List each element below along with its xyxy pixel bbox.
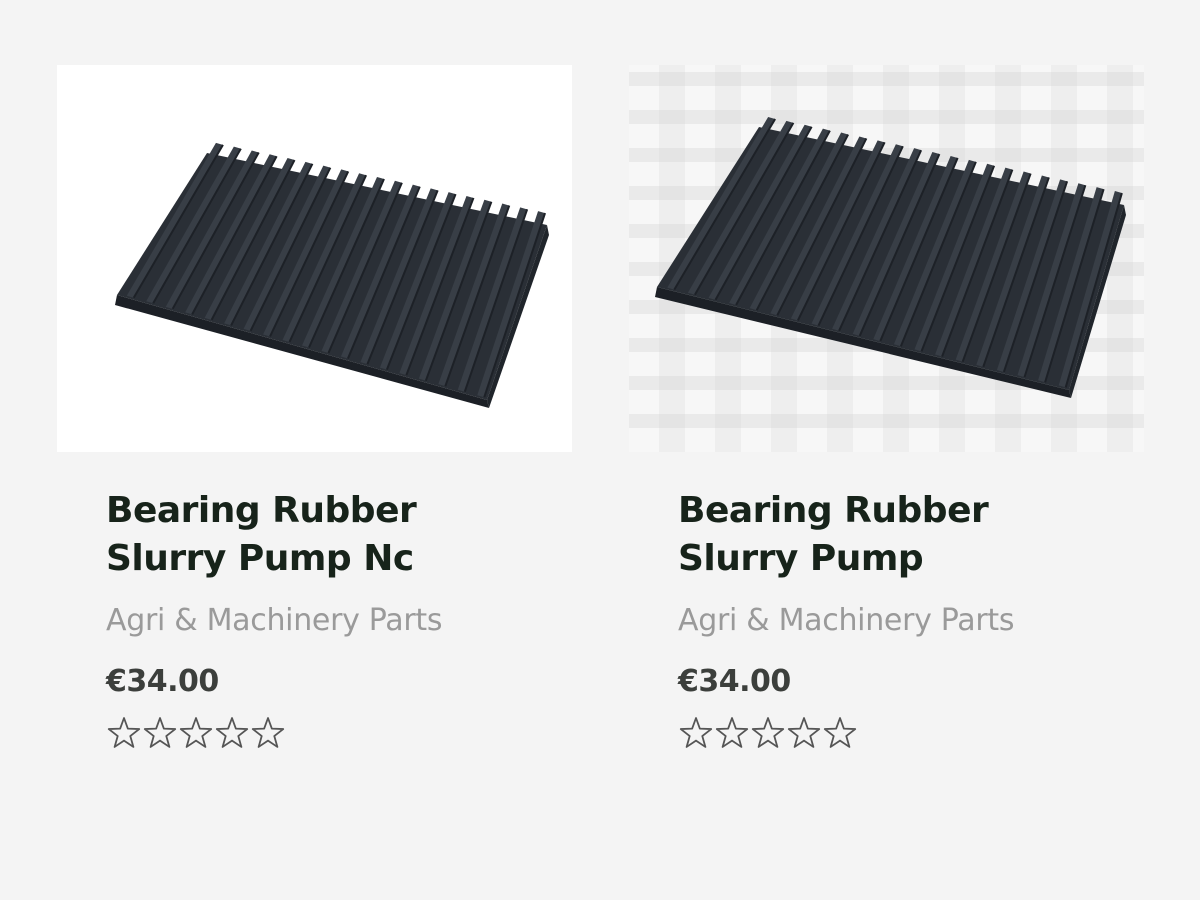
star-outline-icon (143, 717, 177, 748)
product-card[interactable]: Bearing Rubber Slurry Pump Agri & Machin… (629, 65, 1144, 751)
star-rating (106, 715, 572, 751)
product-grid: Bearing Rubber Slurry Pump Nc Agri & Mac… (0, 0, 1200, 900)
product-category[interactable]: Agri & Machinery Parts (678, 601, 1144, 641)
product-category[interactable]: Agri & Machinery Parts (106, 601, 572, 641)
product-image[interactable] (57, 65, 572, 452)
product-image[interactable] (629, 65, 1144, 452)
rubber-mat-image (115, 142, 549, 408)
star-outline-icon (823, 717, 857, 748)
product-card[interactable]: Bearing Rubber Slurry Pump Nc Agri & Mac… (57, 65, 572, 751)
product-title[interactable]: Bearing Rubber Slurry Pump (678, 487, 1108, 583)
star-outline-icon (179, 717, 213, 748)
star-outline-icon (679, 717, 713, 748)
star-outline-icon (751, 717, 785, 748)
product-title[interactable]: Bearing Rubber Slurry Pump Nc (106, 487, 536, 583)
product-price: €34.00 (106, 664, 219, 699)
star-outline-icon (215, 717, 249, 748)
star-outline-icon (107, 717, 141, 748)
star-outline-icon (787, 717, 821, 748)
product-price: €34.00 (678, 664, 791, 699)
star-rating (678, 715, 1144, 751)
star-outline-icon (251, 717, 285, 748)
rubber-mat-image (655, 116, 1126, 398)
star-outline-icon (715, 717, 749, 748)
